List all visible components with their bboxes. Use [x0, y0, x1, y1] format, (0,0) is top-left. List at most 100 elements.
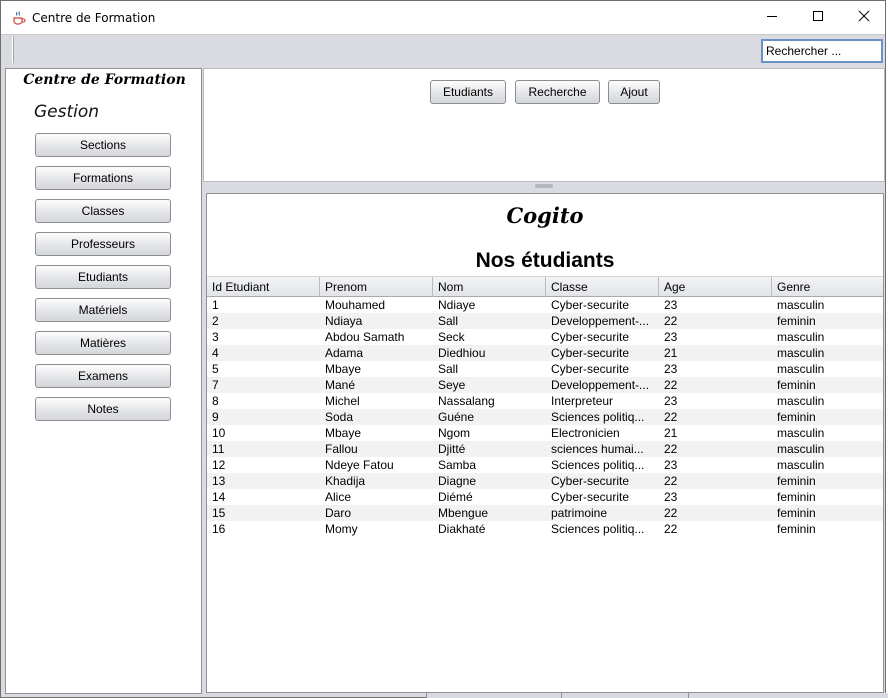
cell-id: 14	[212, 490, 226, 504]
cell-age: 23	[664, 298, 678, 312]
cell-age: 23	[664, 458, 678, 472]
cell-prenom: Michel	[325, 394, 360, 408]
cell-genre: masculin	[777, 330, 825, 344]
table-body: 1 Mouhamed Ndiaye Cyber-securite 23 masculin …	[207, 297, 883, 537]
cell-id: 7	[212, 378, 219, 392]
cell-classe: Cyber-securite	[551, 490, 630, 504]
background-divider	[426, 693, 427, 698]
cell-genre: feminin	[777, 378, 816, 392]
formations-button[interactable]: Formations	[35, 166, 171, 190]
cell-nom: Seck	[438, 330, 465, 344]
etudiants-tab-button[interactable]: Etudiants	[430, 80, 506, 104]
etudiants-button[interactable]: Etudiants	[35, 265, 171, 289]
cell-classe: Cyber-securite	[551, 330, 630, 344]
cell-classe: sciences humai...	[551, 442, 644, 456]
table-row[interactable]: 5 Mbaye Sall Cyber-securite 23 masculin	[207, 361, 883, 377]
cell-classe: Cyber-securite	[551, 362, 630, 376]
students-panel: Cogito Nos étudiants Id Etudiant Prenom …	[206, 193, 884, 693]
search-input[interactable]	[761, 39, 883, 63]
cell-age: 22	[664, 410, 678, 424]
cell-genre: masculin	[777, 458, 825, 472]
cell-age: 22	[664, 442, 678, 456]
split-pane-divider[interactable]	[203, 182, 885, 190]
table-row[interactable]: 9 Soda Guéne Sciences politiq... 22 feminin	[207, 409, 883, 425]
table-row[interactable]: 15 Daro Mbengue patrimoine 22 feminin	[207, 505, 883, 521]
cell-genre: masculin	[777, 362, 825, 376]
table-row[interactable]: 3 Abdou Samath Seck Cyber-securite 23 masculi…	[207, 329, 883, 345]
professeurs-button[interactable]: Professeurs	[35, 232, 171, 256]
table-row[interactable]: 14 Alice Diémé Cyber-securite 23 feminin	[207, 489, 883, 505]
cell-nom: Djitté	[438, 442, 466, 456]
materiels-button[interactable]: Matériels	[35, 298, 171, 322]
cell-genre: masculin	[777, 426, 825, 440]
cell-nom: Diedhiou	[438, 346, 486, 360]
table-row[interactable]: 16 Momy Diakhaté Sciences politiq... 22 femin…	[207, 521, 883, 537]
cell-prenom: Daro	[325, 506, 352, 520]
cell-classe: Sciences politiq...	[551, 410, 645, 424]
table-row[interactable]: 8 Michel Nassalang Interpreteur 23 masculin	[207, 393, 883, 409]
table-row[interactable]: 12 Ndeye Fatou Samba Sciences politiq... 23 m…	[207, 457, 883, 473]
cell-id: 5	[212, 362, 219, 376]
cell-genre: feminin	[777, 522, 816, 536]
cell-age: 23	[664, 362, 678, 376]
table-row[interactable]: 11 Fallou Djitté sciences humai... 22 masculi…	[207, 441, 883, 457]
cell-nom: Sall	[438, 314, 459, 328]
cell-classe: Sciences politiq...	[551, 522, 645, 536]
cell-prenom: Ndeye Fatou	[325, 458, 394, 472]
examens-button[interactable]: Examens	[35, 364, 171, 388]
cell-nom: Ngom	[438, 426, 471, 440]
table-row[interactable]: 1 Mouhamed Ndiaye Cyber-securite 23 masculin	[207, 297, 883, 313]
cell-nom: Guéne	[438, 410, 475, 424]
cell-age: 22	[664, 474, 678, 488]
cell-id: 8	[212, 394, 219, 408]
column-header-age[interactable]: Age	[659, 277, 772, 297]
toolbar-grip[interactable]	[12, 37, 14, 63]
column-header-prenom[interactable]: Prenom	[320, 277, 433, 297]
cell-genre: feminin	[777, 314, 816, 328]
cell-age: 21	[664, 426, 678, 440]
title-bar[interactable]: Centre de Formation	[1, 1, 885, 34]
maximize-button[interactable]	[795, 1, 841, 34]
table-row[interactable]: 10 Mbaye Ngom Electronicien 21 masculin	[207, 425, 883, 441]
notes-button[interactable]: Notes	[35, 397, 171, 421]
cell-age: 23	[664, 490, 678, 504]
column-header-classe[interactable]: Classe	[546, 277, 659, 297]
table-row[interactable]: 7 Mané Seye Developpement-... 22 feminin	[207, 377, 883, 393]
ajout-button[interactable]: Ajout	[608, 80, 660, 104]
cell-classe: Cyber-securite	[551, 346, 630, 360]
matieres-button[interactable]: Matières	[35, 331, 171, 355]
cell-prenom: Khadija	[325, 474, 366, 488]
cell-classe: Interpreteur	[551, 394, 614, 408]
classes-button[interactable]: Classes	[35, 199, 171, 223]
sidebar: Centre de Formation Gestion Sections For…	[5, 68, 202, 694]
cell-id: 3	[212, 330, 219, 344]
cell-genre: masculin	[777, 298, 825, 312]
column-header-nom[interactable]: Nom	[433, 277, 546, 297]
cell-id: 16	[212, 522, 226, 536]
minimize-button[interactable]	[749, 1, 795, 34]
cell-prenom: Momy	[325, 522, 358, 536]
column-header-genre[interactable]: Genre	[772, 277, 883, 297]
cell-classe: Sciences politiq...	[551, 458, 645, 472]
background-divider	[561, 693, 562, 698]
cell-id: 15	[212, 506, 226, 520]
column-header-id[interactable]: Id Etudiant	[207, 277, 320, 297]
cell-genre: feminin	[777, 410, 816, 424]
table-row[interactable]: 4 Adama Diedhiou Cyber-securite 21 masculin	[207, 345, 883, 361]
sections-button[interactable]: Sections	[35, 133, 171, 157]
close-button[interactable]	[841, 1, 887, 34]
cell-nom: Diémé	[438, 490, 473, 504]
cell-id: 10	[212, 426, 226, 440]
cell-id: 12	[212, 458, 226, 472]
cell-prenom: Mané	[325, 378, 356, 392]
minimize-icon	[766, 10, 778, 25]
cell-prenom: Adama	[325, 346, 364, 360]
cell-genre: feminin	[777, 506, 816, 520]
page-title: Nos étudiants	[475, 249, 615, 272]
recherche-button[interactable]: Recherche	[515, 80, 600, 104]
table-row[interactable]: 2 Ndiaya Sall Developpement-... 22 feminin	[207, 313, 883, 329]
cell-id: 11	[212, 442, 225, 456]
cell-prenom: Ndiaya	[325, 314, 363, 328]
table-row[interactable]: 13 Khadija Diagne Cyber-securite 22 feminin	[207, 473, 883, 489]
background-divider	[688, 693, 689, 698]
